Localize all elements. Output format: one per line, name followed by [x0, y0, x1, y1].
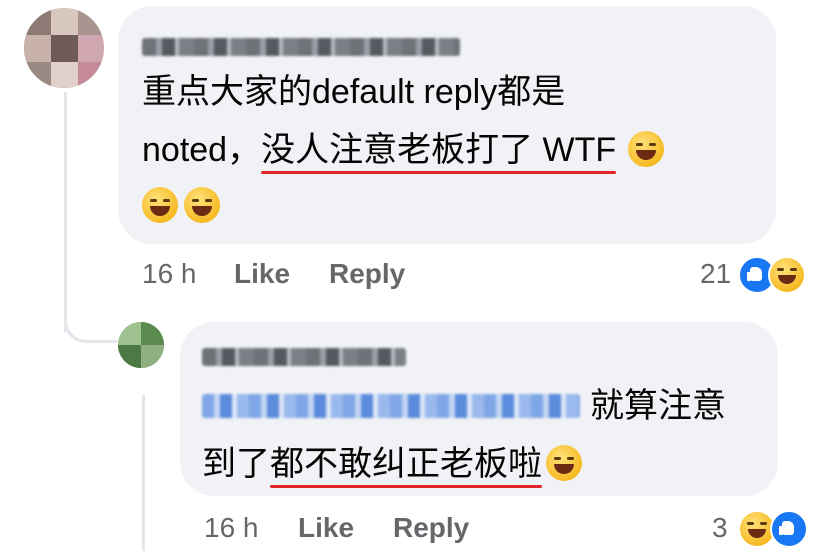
underlined-text: 没人注意老板打了 WTF	[261, 131, 617, 174]
reply-bubble: 就算注意 到了都不敢纠正老板啦	[180, 322, 778, 496]
thread-line-curve	[64, 300, 117, 343]
avatar[interactable]	[118, 322, 164, 368]
author-name[interactable]	[202, 348, 406, 366]
grinning-squinting-emoji-icon	[546, 445, 582, 481]
thread-line-vertical	[64, 92, 67, 332]
comment-text: 就算注意	[590, 387, 726, 425]
like-button[interactable]: Like	[234, 258, 290, 290]
comment-text-line: noted，没人注意老板打了 WTF	[142, 130, 665, 174]
comment-time[interactable]: 16 h	[142, 258, 197, 290]
emoji-row	[142, 186, 220, 226]
comment-bubble: 重点大家的default reply都是 noted，没人注意老板打了 WTF	[118, 6, 776, 244]
like-button[interactable]: Like	[298, 512, 354, 544]
comment-text-line: 就算注意	[590, 386, 726, 426]
author-name[interactable]	[142, 38, 460, 56]
underlined-text: 都不敢纠正老板啦	[270, 445, 542, 488]
comment-text-line: 重点大家的default reply都是	[142, 72, 565, 112]
comment-time[interactable]: 16 h	[204, 512, 259, 544]
like-reaction-icon[interactable]	[770, 510, 808, 548]
comment-text: 到了	[202, 445, 270, 483]
comment-text: 重点大家的default reply都是	[142, 73, 566, 111]
reaction-count[interactable]: 21	[700, 258, 731, 290]
thread-line-reply	[142, 395, 145, 551]
reply-button[interactable]: Reply	[393, 512, 469, 544]
reply-button[interactable]: Reply	[329, 258, 405, 290]
rofl-emoji-icon	[184, 187, 220, 223]
comment-text-line: 到了都不敢纠正老板啦	[202, 444, 582, 488]
haha-reaction-icon[interactable]	[768, 256, 806, 294]
rofl-emoji-icon	[628, 131, 665, 167]
reaction-count[interactable]: 3	[712, 512, 728, 544]
mention-tag[interactable]	[202, 394, 580, 418]
rofl-emoji-icon	[142, 187, 178, 223]
comment-text: noted，	[142, 131, 262, 169]
avatar[interactable]	[24, 8, 104, 88]
